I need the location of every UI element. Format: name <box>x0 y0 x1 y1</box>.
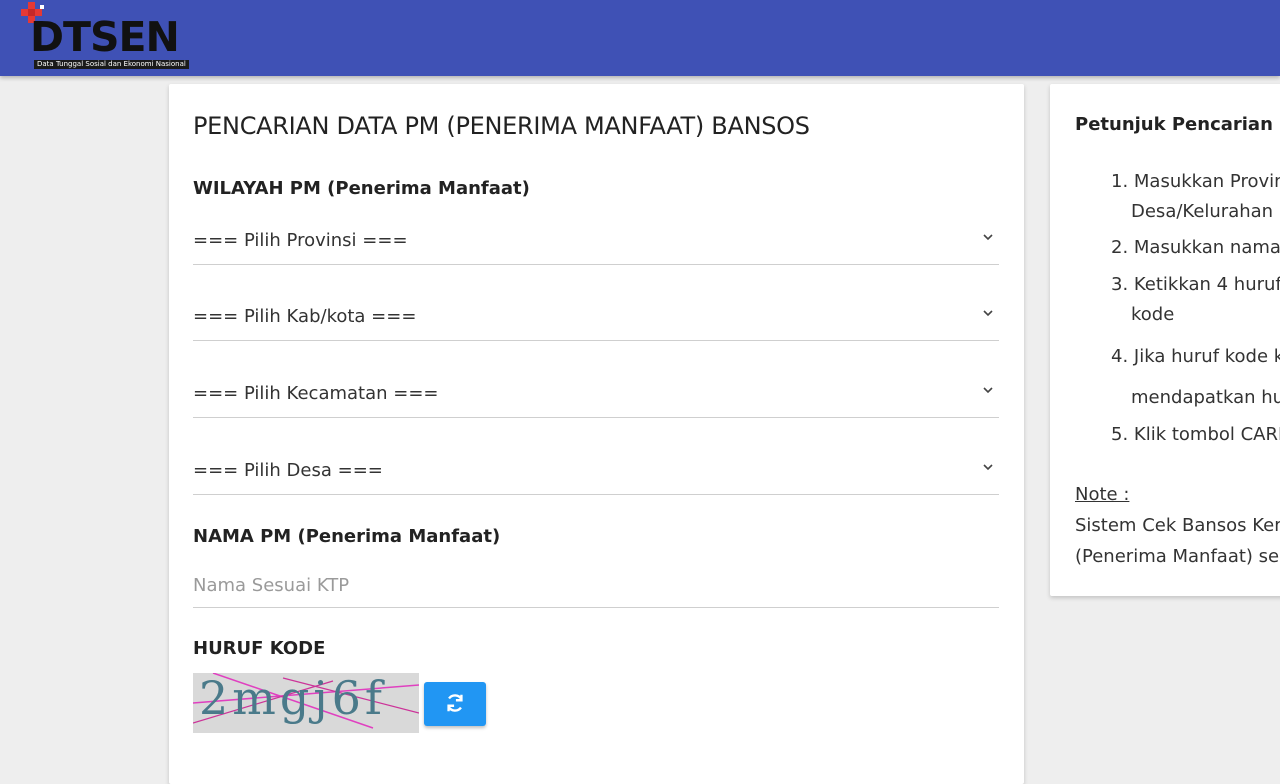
refresh-icon <box>447 694 463 712</box>
refresh-captcha-button[interactable] <box>424 682 486 726</box>
instructions-card: Petunjuk Pencarian 1. Masukkan Provin De… <box>1050 84 1280 596</box>
dtsen-logo[interactable]: DTSEN Data Tunggal Sosial dan Ekonomi Na… <box>20 2 195 72</box>
province-select-value: === Pilih Provinsi === <box>193 230 408 251</box>
step-1-line-1: 1. Masukkan Provin <box>1111 171 1280 192</box>
page-title: PENCARIAN DATA PM (PENERIMA MANFAAT) BAN… <box>193 112 810 140</box>
chevron-down-icon <box>983 387 993 394</box>
step-2-line-1: 2. Masukkan nama <box>1111 237 1280 258</box>
top-header-bar: DTSEN Data Tunggal Sosial dan Ekonomi Na… <box>0 0 1280 76</box>
logo-text: DTSEN <box>30 13 180 61</box>
step-4-line-1: 4. Jika huruf kode k <box>1111 346 1280 367</box>
step-4-line-2: mendapatkan hu <box>1131 387 1280 408</box>
instructions-title: Petunjuk Pencarian <box>1075 114 1273 135</box>
name-section-label: NAMA PM (Penerima Manfaat) <box>193 526 501 547</box>
city-select[interactable]: === Pilih Kab/kota === <box>193 296 999 341</box>
captcha-image: 2mgj6f <box>193 673 419 733</box>
note-text-line-2: (Penerima Manfaat) ses <box>1075 546 1280 567</box>
step-1-line-2: Desa/Kelurahan <box>1131 201 1274 222</box>
step-5-line-1: 5. Klik tombol CARI <box>1111 424 1280 445</box>
village-select[interactable]: === Pilih Desa === <box>193 450 999 495</box>
chevron-down-icon <box>983 310 993 317</box>
chevron-down-icon <box>983 464 993 471</box>
note-label: Note : <box>1075 484 1130 505</box>
district-select[interactable]: === Pilih Kecamatan === <box>193 373 999 418</box>
note-text-line-1: Sistem Cek Bansos Kem <box>1075 515 1280 536</box>
name-input[interactable] <box>193 563 999 608</box>
region-section-label: WILAYAH PM (Penerima Manfaat) <box>193 178 530 199</box>
district-select-value: === Pilih Kecamatan === <box>193 383 439 404</box>
chevron-down-icon <box>983 234 993 241</box>
search-card: PENCARIAN DATA PM (PENERIMA MANFAAT) BAN… <box>169 84 1024 784</box>
captcha-text: 2mgj6f <box>199 673 386 725</box>
logo-tagline: Data Tunggal Sosial dan Ekonomi Nasional <box>34 60 189 69</box>
step-3-line-1: 3. Ketikkan 4 huruf <box>1111 274 1280 295</box>
province-select[interactable]: === Pilih Provinsi === <box>193 220 999 265</box>
code-section-label: HURUF KODE <box>193 638 326 659</box>
city-select-value: === Pilih Kab/kota === <box>193 306 417 327</box>
village-select-value: === Pilih Desa === <box>193 460 383 481</box>
step-3-line-2: kode <box>1131 304 1175 325</box>
